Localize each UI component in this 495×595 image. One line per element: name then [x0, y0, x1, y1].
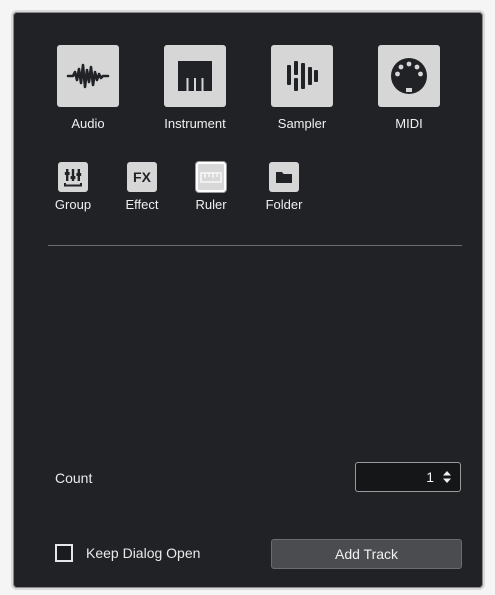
section-divider	[48, 245, 462, 246]
effect-label: Effect	[125, 197, 159, 212]
folder-tile	[269, 162, 299, 192]
track-type-instrument[interactable]: Instrument	[140, 45, 250, 131]
piano-keys-icon	[178, 61, 212, 91]
sampler-bars-icon	[287, 61, 318, 91]
keep-dialog-open-label: Keep Dialog Open	[86, 545, 201, 561]
ruler-tile	[196, 162, 226, 192]
effect-tile: FX	[127, 162, 157, 192]
track-type-audio[interactable]: Audio	[33, 45, 143, 131]
add-track-dialog: Audio Instrument Sampler MIDI Group FX E…	[11, 10, 485, 590]
folder-icon	[276, 172, 292, 183]
track-type-midi[interactable]: MIDI	[354, 45, 464, 131]
midi-label: MIDI	[395, 116, 423, 131]
track-type-effect[interactable]: FX Effect	[112, 162, 172, 212]
midi-connector-icon	[391, 58, 427, 94]
add-track-button[interactable]: Add Track	[271, 539, 462, 569]
keep-dialog-open-option[interactable]: Keep Dialog Open	[55, 544, 200, 562]
count-stepper[interactable]: 1	[355, 462, 461, 492]
count-value[interactable]: 1	[426, 469, 434, 485]
track-type-group[interactable]: Group	[43, 162, 103, 212]
keep-dialog-open-checkbox[interactable]	[55, 544, 73, 562]
sampler-tile	[271, 45, 333, 107]
sampler-label: Sampler	[277, 116, 327, 131]
ruler-icon	[200, 172, 222, 183]
ruler-label: Ruler	[195, 197, 227, 212]
waveform-icon	[66, 63, 110, 89]
chevron-down-icon[interactable]	[442, 478, 452, 484]
track-type-folder[interactable]: Folder	[254, 162, 314, 212]
chevron-up-icon[interactable]	[442, 470, 452, 476]
audio-tile	[57, 45, 119, 107]
group-faders-icon	[64, 169, 82, 187]
instrument-tile	[164, 45, 226, 107]
track-type-ruler[interactable]: Ruler	[181, 162, 241, 212]
group-label: Group	[54, 197, 92, 212]
midi-tile	[378, 45, 440, 107]
fx-icon: FX	[133, 169, 151, 185]
folder-label: Folder	[265, 197, 303, 212]
instrument-label: Instrument	[164, 116, 226, 131]
stepper-arrows[interactable]	[442, 470, 452, 484]
count-label: Count	[55, 470, 93, 486]
track-type-sampler[interactable]: Sampler	[247, 45, 357, 131]
group-tile	[58, 162, 88, 192]
audio-label: Audio	[71, 116, 105, 131]
